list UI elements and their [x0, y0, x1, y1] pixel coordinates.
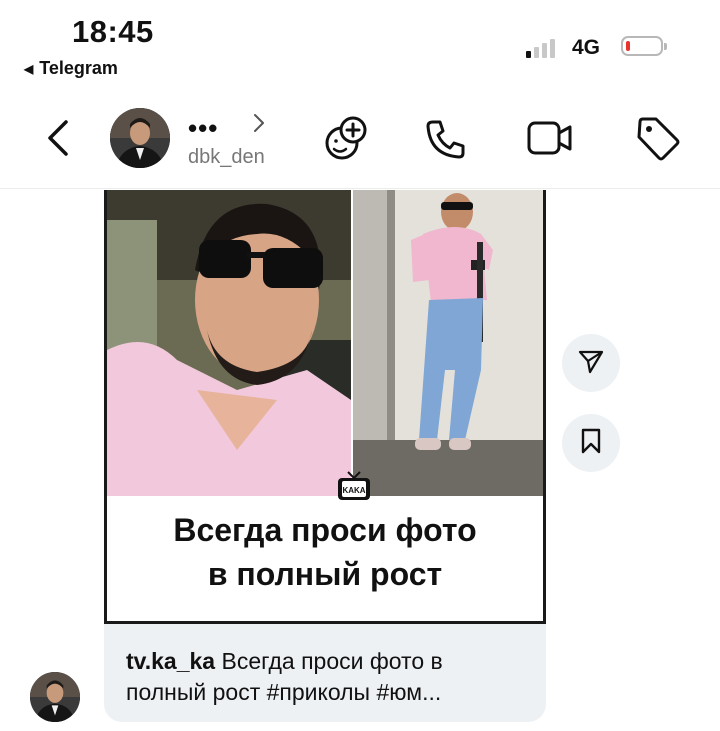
- post-photo-left: [107, 190, 351, 496]
- phone-icon[interactable]: [424, 117, 468, 166]
- sender-avatar[interactable]: [30, 672, 80, 722]
- back-to-app-link[interactable]: ◀ Telegram: [24, 58, 118, 79]
- share-button[interactable]: [562, 334, 620, 392]
- contact-name[interactable]: •••: [188, 115, 218, 141]
- watermark-logo: KAKA: [336, 470, 372, 502]
- bookmark-button[interactable]: [562, 414, 620, 472]
- meme-caption-line-1: Всегда проси фото: [173, 512, 477, 548]
- tag-icon[interactable]: [634, 114, 682, 167]
- meme-caption-line-2: в полный рост: [207, 556, 443, 592]
- watermark-text: KAKA: [342, 486, 365, 495]
- cell-signal-icon: [526, 36, 555, 58]
- battery-icon: [621, 36, 667, 56]
- contact-username[interactable]: dbk_den: [188, 146, 265, 169]
- caption-text-line-1: Всегда проси фото в: [215, 648, 443, 674]
- avatar[interactable]: [110, 108, 170, 168]
- meme-caption: Всегда проси фото в полный рост: [107, 508, 543, 596]
- caption-account[interactable]: tv.ka_ka: [126, 648, 215, 674]
- post-caption-bubble[interactable]: tv.ka_ka Всегда проси фото в полный рост…: [104, 624, 546, 722]
- bookmark-icon: [579, 427, 603, 460]
- network-type: 4G: [572, 36, 601, 59]
- back-triangle-icon: ◀: [24, 61, 34, 76]
- chevron-right-icon[interactable]: [252, 112, 266, 139]
- back-chevron-icon[interactable]: [44, 118, 74, 163]
- header-divider: [0, 188, 720, 189]
- video-icon[interactable]: [526, 118, 574, 163]
- add-emoji-icon[interactable]: [322, 114, 372, 169]
- status-time: 18:45: [72, 14, 154, 49]
- back-app-label: Telegram: [39, 58, 118, 78]
- post-photo-right: [353, 190, 543, 496]
- share-icon: [577, 347, 605, 380]
- shared-post[interactable]: KAKA Всегда проси фото в полный рост: [104, 190, 546, 624]
- caption-text-line-2: полный рост #приколы #юм...: [126, 679, 442, 705]
